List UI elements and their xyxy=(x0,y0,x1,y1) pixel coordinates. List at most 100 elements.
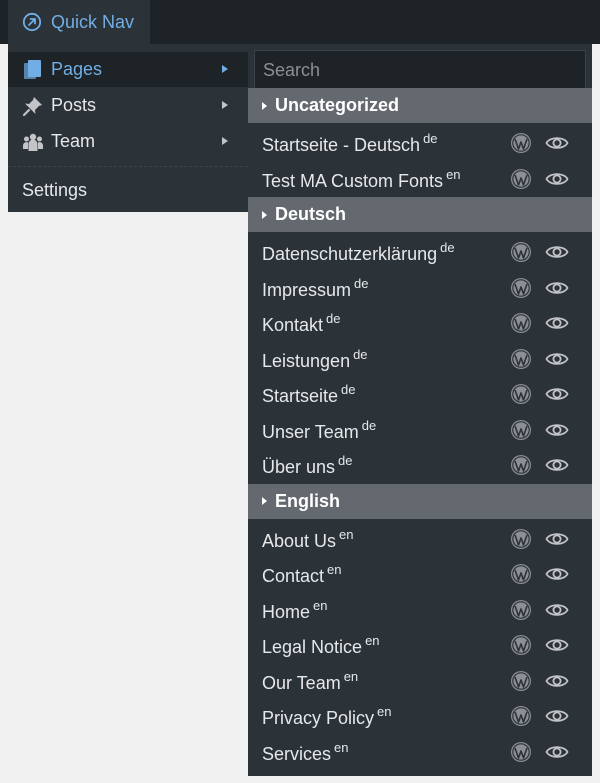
wordpress-edit-icon[interactable] xyxy=(510,634,532,656)
wordpress-edit-icon[interactable] xyxy=(510,383,532,405)
page-title: Startseite - Deutsch xyxy=(262,135,421,155)
wordpress-edit-icon[interactable] xyxy=(510,168,532,190)
eye-icon[interactable] xyxy=(545,634,569,656)
page-link[interactable]: Our Team en xyxy=(262,669,358,694)
language-code: de xyxy=(353,346,368,362)
wordpress-edit-icon[interactable] xyxy=(510,348,532,370)
menu-item-settings[interactable]: Settings xyxy=(8,173,248,208)
language-code: de xyxy=(338,453,353,468)
eye-icon[interactable] xyxy=(545,563,569,585)
page-title: Services xyxy=(262,743,332,764)
page-row: Privacy Policy en xyxy=(248,699,592,734)
page-row: Unser Team de xyxy=(248,413,592,448)
menu-item-label: Team xyxy=(51,131,96,151)
triangle-right-icon xyxy=(262,497,267,505)
admin-bar: Quick Nav xyxy=(0,0,600,44)
page-link[interactable]: Privacy Policy en xyxy=(262,704,392,729)
menu-item-team[interactable]: Team xyxy=(8,124,248,159)
group-header[interactable]: Uncategorized xyxy=(248,88,592,123)
group-header[interactable]: Deutsch xyxy=(248,197,592,232)
eye-icon[interactable] xyxy=(545,454,569,476)
eye-icon[interactable] xyxy=(545,705,569,727)
page-row: Our Team en xyxy=(248,664,592,699)
wordpress-edit-icon[interactable] xyxy=(510,705,532,727)
page-row: Kontakt de xyxy=(248,306,592,341)
quick-nav-menu: Pages Posts Team Settings xyxy=(8,44,248,212)
page-link[interactable]: Kontakt de xyxy=(262,311,341,336)
page-link[interactable]: Test MA Custom Fonts en xyxy=(262,167,461,192)
menu-item-posts[interactable]: Posts xyxy=(8,88,248,123)
page-link[interactable]: Legal Notice en xyxy=(262,633,380,658)
page-row: Home en xyxy=(248,593,592,628)
eye-icon[interactable] xyxy=(545,670,569,692)
page-link[interactable]: Über uns de xyxy=(262,453,353,478)
page-link[interactable]: Services en xyxy=(262,740,349,765)
page-link[interactable]: Home en xyxy=(262,598,327,623)
language-code: en xyxy=(365,633,380,648)
arrow-circle-icon xyxy=(22,12,42,32)
page-title: Legal Notice xyxy=(262,637,363,657)
language-code: en xyxy=(313,597,328,613)
language-code: de xyxy=(341,382,356,397)
page-link[interactable]: Leistungen de xyxy=(262,347,368,372)
eye-icon[interactable] xyxy=(545,168,569,190)
wordpress-edit-icon[interactable] xyxy=(510,312,532,334)
page-title: Startseite xyxy=(262,386,339,406)
eye-icon[interactable] xyxy=(545,383,569,405)
wordpress-edit-icon[interactable] xyxy=(510,528,532,550)
eye-icon[interactable] xyxy=(545,277,569,299)
search-input[interactable] xyxy=(254,50,586,90)
page-link[interactable]: Datenschutzerklärung de xyxy=(262,240,455,265)
wordpress-edit-icon[interactable] xyxy=(510,241,532,263)
eye-icon[interactable] xyxy=(545,528,569,550)
wordpress-edit-icon[interactable] xyxy=(510,670,532,692)
page-title: Unser Team xyxy=(262,421,359,442)
wordpress-edit-icon[interactable] xyxy=(510,277,532,299)
page-title: Datenschutzerklärung xyxy=(262,244,438,264)
language-code: en xyxy=(343,668,359,684)
pages-panel: UncategorizedStartseite - DeutschdeTest … xyxy=(248,44,592,776)
eye-icon[interactable] xyxy=(545,241,569,263)
chevron-right-icon xyxy=(222,101,228,109)
page-row: Test MA Custom Fonts en xyxy=(248,162,592,197)
page-row: About Us en xyxy=(248,522,592,557)
page-link[interactable]: Startseite de xyxy=(262,382,356,407)
menu-item-pages[interactable]: Pages xyxy=(8,52,248,87)
group-header-label: Uncategorized xyxy=(275,95,400,115)
wordpress-edit-icon[interactable] xyxy=(510,599,532,621)
page-link[interactable]: Contact en xyxy=(262,562,342,587)
team-icon xyxy=(23,133,43,151)
language-code: de xyxy=(440,240,455,255)
page-link[interactable]: Impressum de xyxy=(262,276,368,301)
eye-icon[interactable] xyxy=(545,132,569,154)
page-title: Impressum xyxy=(262,279,352,300)
wordpress-edit-icon[interactable] xyxy=(510,419,532,441)
menu-item-label: Posts xyxy=(51,95,97,115)
language-code: de xyxy=(354,275,369,291)
quick-nav-button[interactable]: Quick Nav xyxy=(8,0,150,44)
group-header[interactable]: English xyxy=(248,483,592,519)
wordpress-edit-icon[interactable] xyxy=(510,132,532,154)
page-link[interactable]: Startseite - Deutsch de xyxy=(262,131,438,156)
eye-icon[interactable] xyxy=(545,312,569,334)
group-header-label: English xyxy=(275,490,341,511)
page-title: About Us xyxy=(262,530,337,551)
eye-icon[interactable] xyxy=(545,599,569,621)
pages-icon xyxy=(24,59,41,79)
wordpress-edit-icon[interactable] xyxy=(510,741,532,763)
page-title: Leistungen xyxy=(262,350,351,371)
eye-icon[interactable] xyxy=(545,741,569,763)
language-code: de xyxy=(423,131,438,146)
language-code: en xyxy=(446,166,461,182)
eye-icon[interactable] xyxy=(545,348,569,370)
wordpress-edit-icon[interactable] xyxy=(510,454,532,476)
page-title: Test MA Custom Fonts xyxy=(262,170,444,191)
page-link[interactable]: About Us en xyxy=(262,527,354,552)
wordpress-edit-icon[interactable] xyxy=(510,563,532,585)
page-link[interactable]: Unser Team de xyxy=(262,418,376,443)
eye-icon[interactable] xyxy=(545,419,569,441)
settings-label: Settings xyxy=(22,180,88,200)
page-row: Services en xyxy=(248,735,592,770)
page-title: Kontakt xyxy=(262,315,324,335)
triangle-right-icon xyxy=(262,210,267,219)
